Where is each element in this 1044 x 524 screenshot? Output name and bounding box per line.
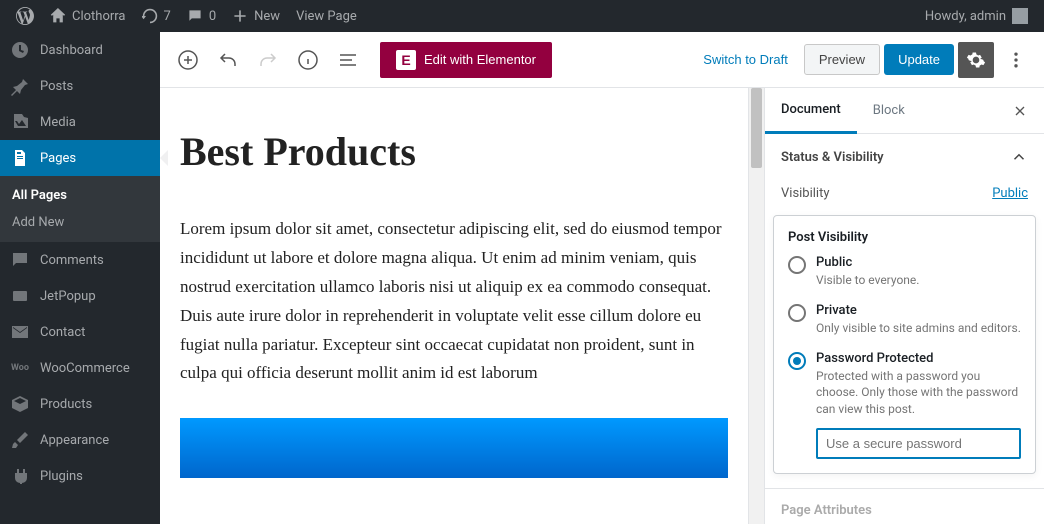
more-options-button[interactable]: [998, 42, 1034, 78]
menu-plugins[interactable]: Plugins: [0, 458, 160, 494]
greeting: Howdy, admin: [925, 9, 1006, 24]
status-visibility-header[interactable]: Status & Visibility: [765, 134, 1044, 180]
menu-comments[interactable]: Comments: [0, 242, 160, 278]
media-icon: [10, 112, 30, 132]
preview-button[interactable]: Preview: [804, 44, 880, 75]
menu-dashboard[interactable]: Dashboard: [0, 32, 160, 68]
radio-private[interactable]: [788, 304, 806, 322]
panel-tabs: Document Block: [765, 88, 1044, 134]
view-page-link[interactable]: View Page: [288, 0, 365, 32]
update-button[interactable]: Update: [884, 44, 954, 75]
gear-icon: [966, 50, 986, 70]
tab-block[interactable]: Block: [857, 89, 921, 132]
visibility-toggle-link[interactable]: Public: [992, 186, 1028, 201]
page-attributes-header[interactable]: Page Attributes: [765, 489, 1044, 524]
woocommerce-icon: Woo: [10, 358, 30, 378]
block-editor: E Edit with Elementor Switch to Draft Pr…: [160, 32, 1044, 524]
undo-button[interactable]: [210, 42, 246, 78]
elementor-icon: E: [396, 50, 416, 70]
wordpress-icon: [16, 7, 34, 25]
settings-toggle-button[interactable]: [958, 42, 994, 78]
redo-button: [250, 42, 286, 78]
dots-vertical-icon: [1006, 50, 1026, 70]
radio-public[interactable]: [788, 256, 806, 274]
products-icon: [10, 394, 30, 414]
menu-woocommerce[interactable]: Woo WooCommerce: [0, 350, 160, 386]
updates-link[interactable]: 7: [134, 0, 179, 32]
option-public[interactable]: Public Visible to everyone.: [788, 255, 1021, 289]
visibility-label: Visibility: [781, 186, 830, 201]
menu-pages[interactable]: Pages: [0, 140, 160, 176]
scrollbar-thumb[interactable]: [751, 88, 762, 168]
wp-logo[interactable]: [8, 0, 42, 32]
redo-icon: [256, 48, 280, 72]
mail-icon: [10, 322, 30, 342]
admin-menu: Dashboard Posts Media Pages All Pages Ad…: [0, 32, 160, 524]
pages-submenu: All Pages Add New: [0, 176, 160, 242]
close-panel-button[interactable]: [996, 89, 1044, 133]
dashboard-icon: [10, 40, 30, 60]
list-icon: [336, 48, 360, 72]
comments-icon: [10, 250, 30, 270]
plus-icon: [232, 8, 248, 24]
password-input[interactable]: [816, 428, 1021, 459]
my-account-link[interactable]: Howdy, admin: [917, 0, 1036, 32]
wp-admin-bar: Clothorra 7 0 New View Page Howdy, admin: [0, 0, 1044, 32]
option-password[interactable]: Password Protected Protected with a pass…: [788, 351, 1021, 459]
add-block-button[interactable]: [170, 42, 206, 78]
edit-with-elementor-button[interactable]: E Edit with Elementor: [380, 42, 552, 78]
update-count: 7: [164, 9, 171, 24]
info-icon: [296, 48, 320, 72]
new-label: New: [254, 9, 280, 24]
avatar: [1012, 8, 1028, 24]
close-icon: [1012, 103, 1028, 119]
menu-jetpopup[interactable]: JetPopup: [0, 278, 160, 314]
menu-appearance[interactable]: Appearance: [0, 422, 160, 458]
comment-count: 0: [209, 9, 216, 24]
radio-password[interactable]: [788, 352, 806, 370]
site-name: Clothorra: [72, 9, 126, 24]
option-private[interactable]: Private Only visible to site admins and …: [788, 303, 1021, 337]
popover-title: Post Visibility: [788, 230, 1021, 245]
jetpopup-icon: [10, 286, 30, 306]
menu-contact[interactable]: Contact: [0, 314, 160, 350]
refresh-icon: [142, 8, 158, 24]
brush-icon: [10, 430, 30, 450]
switch-to-draft-button[interactable]: Switch to Draft: [691, 44, 800, 75]
editor-content[interactable]: Best Products Lorem ipsum dolor sit amet…: [160, 88, 748, 524]
pin-icon: [10, 76, 30, 96]
undo-icon: [216, 48, 240, 72]
new-content-link[interactable]: New: [224, 0, 288, 32]
settings-sidebar: Document Block Status & Visibility Visib…: [764, 88, 1044, 524]
visibility-popover: Post Visibility Public Visible to everyo…: [773, 215, 1036, 474]
image-block[interactable]: [180, 418, 728, 478]
submenu-add-new[interactable]: Add New: [0, 209, 160, 236]
visibility-row: Visibility Public: [765, 180, 1044, 215]
editor-toolbar: E Edit with Elementor Switch to Draft Pr…: [160, 32, 1044, 88]
submenu-all-pages[interactable]: All Pages: [0, 182, 160, 209]
plus-circle-icon: [176, 48, 200, 72]
menu-posts[interactable]: Posts: [0, 68, 160, 104]
menu-products[interactable]: Products: [0, 386, 160, 422]
tab-document[interactable]: Document: [765, 88, 857, 134]
chevron-up-icon: [1010, 148, 1028, 166]
page-title[interactable]: Best Products: [180, 128, 728, 175]
content-scrollbar[interactable]: [748, 88, 764, 524]
home-icon: [50, 8, 66, 24]
info-button[interactable]: [290, 42, 326, 78]
comment-icon: [187, 8, 203, 24]
plug-icon: [10, 466, 30, 486]
comments-link[interactable]: 0: [179, 0, 224, 32]
outline-button[interactable]: [330, 42, 366, 78]
page-icon: [10, 148, 30, 168]
site-name-link[interactable]: Clothorra: [42, 0, 134, 32]
menu-media[interactable]: Media: [0, 104, 160, 140]
page-body[interactable]: Lorem ipsum dolor sit amet, consectetur …: [180, 215, 728, 388]
